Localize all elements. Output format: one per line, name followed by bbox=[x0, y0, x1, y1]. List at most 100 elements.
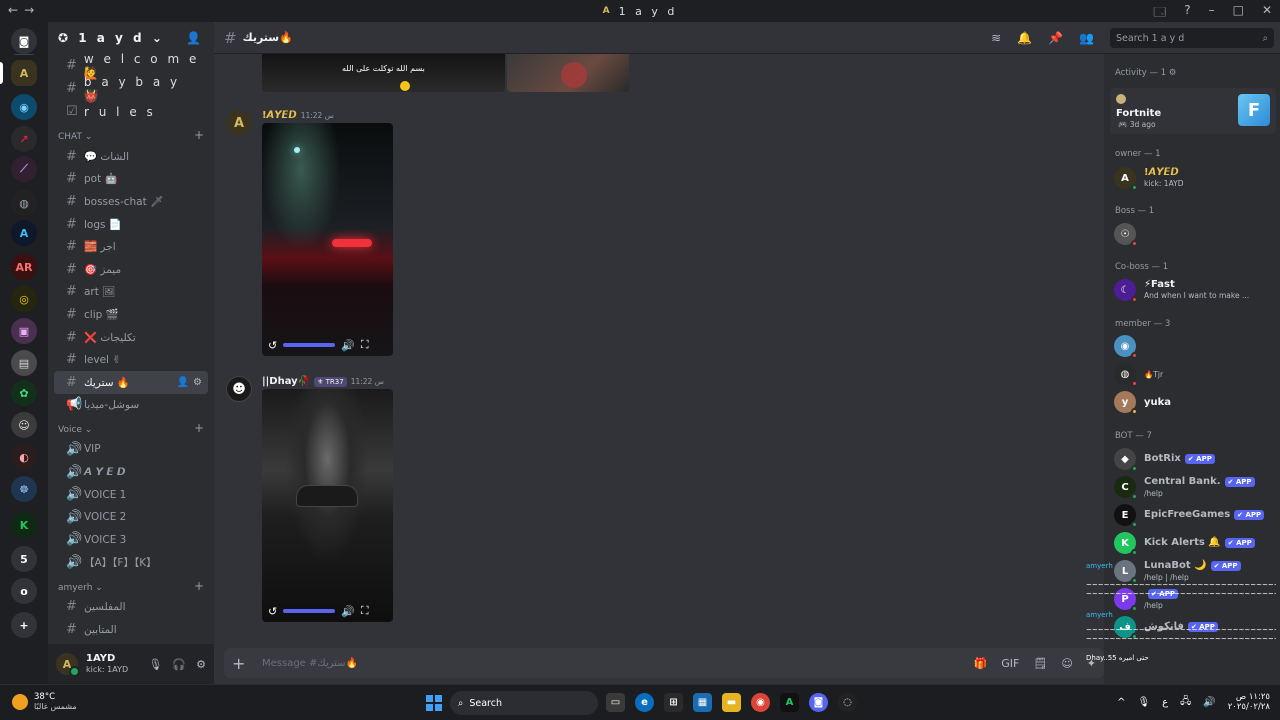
add-channel-icon[interactable]: + bbox=[194, 579, 204, 593]
gif-icon[interactable]: GIF bbox=[1001, 657, 1019, 670]
help-icon[interactable]: ? bbox=[1184, 3, 1190, 24]
avatar[interactable]: ☻ bbox=[226, 376, 252, 402]
network-icon[interactable]: 🖧 bbox=[1180, 694, 1191, 711]
channel-item[interactable]: # 💬 الشات bbox=[54, 145, 208, 168]
language-indicator[interactable]: ع bbox=[1162, 697, 1168, 708]
members-icon[interactable]: 👥 bbox=[1079, 31, 1094, 45]
gift-icon[interactable]: 🎁 bbox=[974, 657, 988, 670]
fullscreen-icon[interactable]: ⛶ bbox=[361, 338, 369, 352]
volume-icon[interactable]: 🔊 bbox=[341, 605, 355, 618]
store-icon[interactable]: ⊞ bbox=[664, 693, 683, 712]
back-arrow-icon[interactable]: ← bbox=[8, 3, 24, 17]
server-icon[interactable]: ◎ bbox=[11, 286, 37, 312]
channel-item[interactable]: # المتابين bbox=[54, 618, 208, 641]
server-icon[interactable]: ▣ bbox=[11, 318, 37, 344]
message-composer[interactable]: + Message #ستريك🔥 🎁 GIF 🗒 ☺ ✦ bbox=[224, 648, 1104, 678]
server-icon[interactable]: ▤ bbox=[11, 350, 37, 376]
member-item[interactable]: A !𝘼𝙔𝙀𝘿 kick: 1AYD bbox=[1104, 164, 1280, 192]
taskbar-search[interactable]: ⌕ Search bbox=[450, 691, 598, 715]
server-icon[interactable]: ⟋ bbox=[11, 156, 37, 182]
channel-item[interactable]: 🔊 VOICE 3 bbox=[54, 529, 208, 552]
server-icon[interactable]: AR bbox=[11, 254, 37, 280]
channel-item[interactable]: # pot 🤖 bbox=[54, 168, 208, 191]
category-header[interactable]: CHAT ⌄ + bbox=[48, 123, 214, 145]
microphone-icon[interactable]: 🎙 bbox=[148, 658, 162, 671]
channel-item[interactable]: 📢 سوشل-ميديا bbox=[54, 394, 208, 417]
channel-item[interactable]: 🔊 VOICE 1 bbox=[54, 483, 208, 506]
add-server-icon[interactable]: + bbox=[11, 612, 37, 638]
category-header[interactable]: amyerh ⌄ + bbox=[48, 574, 214, 596]
server-icon[interactable]: A bbox=[11, 220, 37, 246]
window-controls[interactable]: 🗔? – □ ✕ bbox=[1153, 3, 1272, 24]
server-icon[interactable]: ☸ bbox=[11, 476, 37, 502]
replay-icon[interactable]: ↺ bbox=[268, 339, 277, 352]
member-item[interactable]: y yuka bbox=[1104, 388, 1280, 416]
replay-icon[interactable]: ↺ bbox=[268, 605, 277, 618]
chrome-icon[interactable]: ◉ bbox=[751, 693, 770, 712]
add-member-icon[interactable]: 👤 bbox=[186, 31, 204, 45]
emoji-icon[interactable]: ☺ bbox=[1061, 657, 1072, 670]
server-icon[interactable]: ☺ bbox=[11, 412, 37, 438]
channel-item[interactable]: # level ✌ bbox=[54, 348, 208, 371]
bot-member[interactable]: K Kick Alerts 🔔 ✔ APP bbox=[1104, 529, 1280, 557]
video-progress[interactable] bbox=[283, 343, 336, 347]
server-icon[interactable]: K bbox=[11, 512, 37, 538]
channel-item[interactable]: # bosses-chat 🗡 bbox=[54, 190, 208, 213]
channel-item[interactable]: ☑ r u l e s bbox=[54, 100, 208, 123]
avatar[interactable]: A bbox=[226, 110, 252, 136]
channel-item[interactable]: # ❌ تكليجات bbox=[54, 326, 208, 349]
avatar[interactable]: A bbox=[56, 653, 80, 677]
server-icon[interactable]: ↗ bbox=[11, 126, 37, 152]
server-icon[interactable]: A bbox=[11, 60, 37, 86]
guild-header[interactable]: ✪ 1 a y d ⌄ 👤 bbox=[48, 22, 214, 54]
add-channel-icon[interactable]: + bbox=[194, 128, 204, 142]
tray-chevron-icon[interactable]: ^ bbox=[1117, 697, 1125, 708]
channel-item[interactable]: 🔊 𝘼 𝙔 𝙀 𝘿 bbox=[54, 461, 208, 484]
server-icon[interactable]: o bbox=[11, 578, 37, 604]
server-icon[interactable]: ◍ bbox=[11, 190, 37, 216]
gear-icon[interactable]: ⚙ bbox=[196, 658, 206, 671]
attach-plus-icon[interactable]: + bbox=[232, 654, 252, 673]
steam-icon[interactable]: ◌ bbox=[838, 693, 857, 712]
message-author[interactable]: !𝘼𝙔𝙀𝘿 bbox=[262, 110, 297, 121]
server-icon[interactable]: ◉ bbox=[11, 94, 37, 120]
mic-tray-icon[interactable]: 🎙 bbox=[1137, 697, 1150, 708]
bell-icon[interactable]: 🔔 bbox=[1017, 31, 1032, 45]
member-item[interactable]: ◍ 🔥Tjr bbox=[1104, 360, 1280, 388]
headphones-icon[interactable]: 🎧 bbox=[172, 658, 186, 671]
threads-icon[interactable]: ≋ bbox=[991, 31, 1001, 45]
activity-card[interactable]: Fortnite 🎮 3d ago F bbox=[1110, 88, 1276, 134]
bot-member[interactable]: E EpicFreeGames ✔ APP bbox=[1104, 501, 1280, 529]
minimize-to-tray-icon[interactable]: 🗔 bbox=[1153, 3, 1166, 24]
close-icon[interactable]: ✕ bbox=[1262, 3, 1272, 24]
minimize-icon[interactable]: – bbox=[1209, 3, 1215, 24]
channel-item[interactable]: # 🎯 ميمز bbox=[54, 258, 208, 281]
forward-arrow-icon[interactable]: → bbox=[24, 3, 40, 17]
channel-item[interactable]: 🔊 VOICE 2 bbox=[54, 506, 208, 529]
channel-item[interactable]: # ستريك 🔥 👤 ⚙ bbox=[54, 370, 208, 394]
member-item[interactable]: ☾ ⚡Fast And when I want to make ... bbox=[1104, 276, 1280, 304]
channel-item[interactable]: 🔊 【A】【F】【K】 bbox=[54, 551, 208, 574]
clock[interactable]: ١١:٢٥ ص ٢٠٢٥/٠٢/٢٨ bbox=[1228, 692, 1270, 712]
channel-item[interactable]: # clip 🎬 bbox=[54, 303, 208, 326]
volume-icon[interactable]: 🔊 bbox=[341, 339, 355, 352]
video-attachment[interactable]: ↺ 🔊 ⛶ bbox=[262, 123, 393, 356]
server-icon[interactable]: 5 bbox=[11, 546, 37, 572]
channel-item[interactable]: # art 🖼 bbox=[54, 281, 208, 304]
member-item[interactable]: ☉ bbox=[1104, 220, 1280, 248]
discord-home-icon[interactable]: ◙ bbox=[11, 28, 37, 54]
bot-member[interactable]: ◆ BotRix ✔ APP bbox=[1104, 445, 1280, 473]
edge-browser-icon[interactable]: e bbox=[635, 693, 654, 712]
channel-item[interactable]: # 🧱 اجر bbox=[54, 235, 208, 258]
member-item[interactable]: ◉ bbox=[1104, 332, 1280, 360]
pin-icon[interactable]: 📌 bbox=[1048, 31, 1063, 45]
sticker-icon[interactable]: 🗒 bbox=[1033, 657, 1047, 670]
weather-widget[interactable]: 38°C مشمس غالبًا bbox=[12, 692, 77, 712]
file-icon[interactable]: ▭ bbox=[606, 693, 625, 712]
app-a-icon[interactable]: A bbox=[780, 693, 799, 712]
invite-icon[interactable]: 👤 bbox=[177, 377, 189, 388]
guild-name-wrap[interactable]: ✪ 1 a y d ⌄ bbox=[58, 31, 165, 45]
photos-icon[interactable]: ▦ bbox=[693, 693, 712, 712]
channel-item[interactable]: # logs 📄 bbox=[54, 213, 208, 236]
discord-icon[interactable]: ◙ bbox=[809, 693, 828, 712]
